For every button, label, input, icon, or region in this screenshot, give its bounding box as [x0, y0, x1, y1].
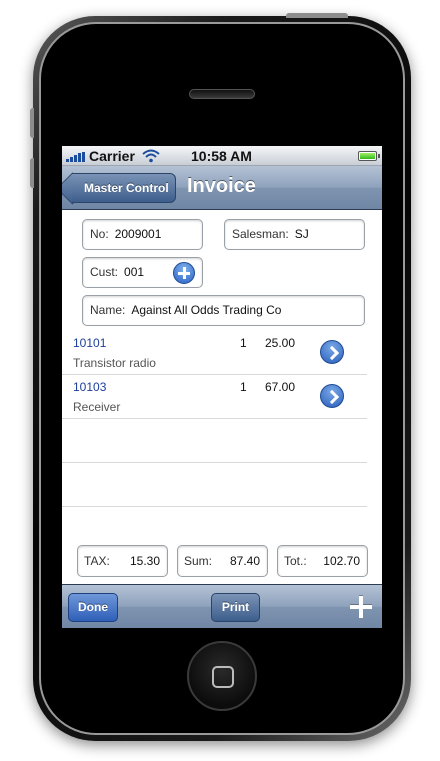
item-price: 25.00 — [265, 336, 296, 350]
volume-down-button — [30, 158, 34, 188]
navigation-bar: Master Control Invoice — [62, 166, 382, 210]
status-bar: Carrier 10:58 AM — [62, 146, 382, 166]
salesman-field[interactable]: Salesman: SJ — [224, 219, 365, 250]
customer-name-label: Name: — [90, 303, 126, 317]
sum-value: 87.40 — [229, 554, 260, 568]
sum-field: Sum: 87.40 — [177, 545, 268, 577]
signal-bars-icon — [66, 152, 88, 162]
line-items-list: 10101 Transistor radio 1 25.00 10103 Rec… — [62, 331, 382, 507]
earpiece-speaker — [189, 89, 255, 99]
list-item[interactable]: 10101 Transistor radio 1 25.00 — [62, 331, 367, 375]
item-quantity: 1 — [240, 380, 247, 394]
volume-up-button — [30, 108, 34, 138]
item-code: 10101 — [73, 336, 107, 350]
detail-disclosure-icon[interactable] — [320, 384, 344, 408]
home-square-icon — [212, 666, 234, 688]
invoice-number-field[interactable]: No: 2009001 — [82, 219, 203, 250]
battery-icon — [358, 151, 380, 161]
item-description: Transistor radio — [73, 356, 156, 370]
sleep-button — [286, 13, 348, 18]
tax-field: TAX: 15.30 — [77, 545, 168, 577]
tax-value: 15.30 — [129, 554, 160, 568]
customer-name-field[interactable]: Name: Against All Odds Trading Co — [82, 295, 365, 326]
totals-bar: TAX: 15.30 Sum: 87.40 Tot.: 102.70 — [62, 545, 382, 583]
add-customer-icon[interactable] — [173, 262, 195, 284]
back-button-master-control[interactable]: Master Control — [72, 173, 176, 203]
list-item[interactable]: 10103 Receiver 1 67.00 — [62, 375, 367, 419]
carrier-name: Carrier — [89, 148, 135, 164]
empty-list-row — [62, 419, 367, 463]
bottom-toolbar: Done Print — [62, 584, 382, 628]
customer-name-value: Against All Odds Trading Co — [131, 303, 282, 317]
customer-label: Cust: — [90, 265, 119, 279]
print-button[interactable]: Print — [211, 593, 260, 622]
tax-label: TAX: — [84, 554, 110, 568]
invoice-form: No: 2009001 Salesman: SJ Cust: 001 Name: Aga… — [62, 211, 382, 584]
salesman-label: Salesman: — [232, 227, 289, 241]
total-label: Tot.: — [284, 554, 307, 568]
item-quantity: 1 — [240, 336, 247, 350]
add-item-icon[interactable] — [350, 596, 372, 618]
salesman-value: SJ — [294, 227, 309, 241]
item-price: 67.00 — [265, 380, 296, 394]
sum-label: Sum: — [184, 554, 213, 568]
customer-value: 001 — [124, 265, 145, 279]
home-button[interactable] — [187, 641, 257, 711]
app-screen: Carrier 10:58 AM Master Control Invoice … — [62, 146, 382, 628]
total-value: 102.70 — [323, 554, 360, 568]
item-code: 10103 — [73, 380, 107, 394]
total-field: Tot.: 102.70 — [277, 545, 368, 577]
invoice-number-value: 2009001 — [114, 227, 162, 241]
customer-field[interactable]: Cust: 001 — [82, 257, 203, 288]
wifi-icon — [142, 149, 160, 163]
item-description: Receiver — [73, 400, 121, 414]
done-button[interactable]: Done — [68, 593, 118, 622]
invoice-number-label: No: — [90, 227, 109, 241]
empty-list-row — [62, 463, 367, 507]
page-title: Invoice — [187, 175, 256, 197]
status-time: 10:58 AM — [191, 148, 252, 164]
detail-disclosure-icon[interactable] — [320, 340, 344, 364]
